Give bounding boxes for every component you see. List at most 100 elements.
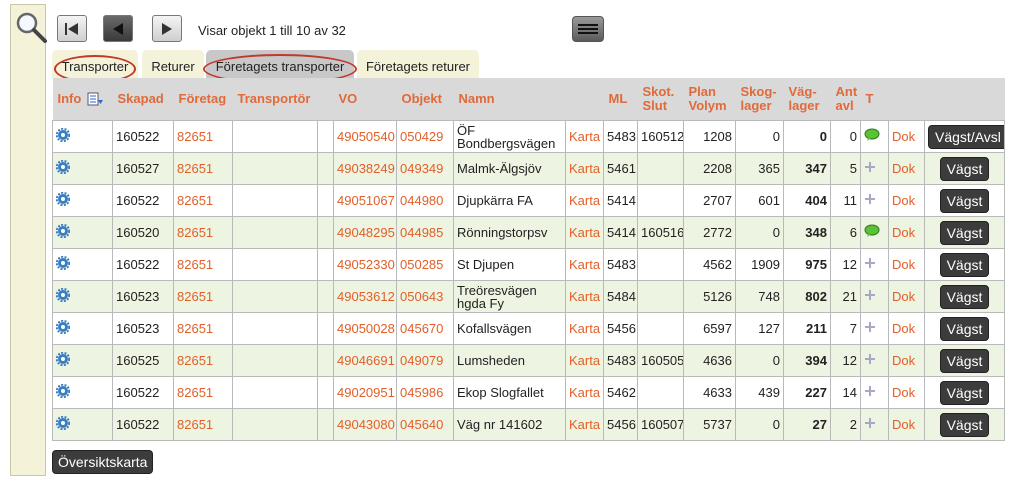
objekt-link[interactable]: 049349 bbox=[396, 152, 454, 185]
vo-link[interactable]: 49052330 bbox=[333, 248, 397, 281]
gear-icon[interactable] bbox=[56, 384, 70, 398]
vagst-button[interactable]: Vägst bbox=[939, 156, 990, 181]
vo-link[interactable]: 49043080 bbox=[333, 408, 397, 441]
comment-icon[interactable] bbox=[864, 224, 880, 238]
gear-icon[interactable] bbox=[56, 224, 70, 238]
col-skoglager[interactable]: Skog-lager bbox=[735, 78, 784, 121]
col-info[interactable]: Info bbox=[52, 78, 113, 121]
karta-link[interactable]: Karta bbox=[565, 344, 604, 377]
gear-icon[interactable] bbox=[56, 320, 70, 334]
karta-link[interactable]: Karta bbox=[565, 152, 604, 185]
plus-icon[interactable] bbox=[864, 161, 876, 173]
dok-link[interactable]: Dok bbox=[888, 344, 925, 377]
plus-icon[interactable] bbox=[864, 417, 876, 429]
vo-link[interactable]: 49050540 bbox=[333, 120, 397, 153]
overview-map-button[interactable]: Översiktskarta bbox=[52, 450, 154, 474]
vo-link[interactable]: 49051067 bbox=[333, 184, 397, 217]
next-page-button[interactable] bbox=[152, 15, 182, 42]
vagst-button[interactable]: Vägst bbox=[939, 380, 990, 405]
dok-link[interactable]: Dok bbox=[888, 216, 925, 249]
objekt-link[interactable]: 045640 bbox=[396, 408, 454, 441]
vo-link[interactable]: 49050028 bbox=[333, 312, 397, 345]
vo-link[interactable]: 49046691 bbox=[333, 344, 397, 377]
vagst-button[interactable]: Vägst bbox=[939, 316, 990, 341]
objekt-link[interactable]: 050643 bbox=[396, 280, 454, 313]
objekt-link[interactable]: 050285 bbox=[396, 248, 454, 281]
previous-page-button[interactable] bbox=[103, 15, 133, 42]
dok-link[interactable]: Dok bbox=[888, 120, 925, 153]
dok-link[interactable]: Dok bbox=[888, 312, 925, 345]
foretag-link[interactable]: 82651 bbox=[173, 248, 233, 281]
dok-link[interactable]: Dok bbox=[888, 184, 925, 217]
foretag-link[interactable]: 82651 bbox=[173, 344, 233, 377]
karta-link[interactable]: Karta bbox=[565, 120, 604, 153]
dok-link[interactable]: Dok bbox=[888, 152, 925, 185]
col-foretag[interactable]: Företag bbox=[173, 78, 233, 121]
foretag-link[interactable]: 82651 bbox=[173, 216, 233, 249]
objekt-link[interactable]: 049079 bbox=[396, 344, 454, 377]
menu-button[interactable] bbox=[572, 16, 604, 42]
gear-icon[interactable] bbox=[56, 352, 70, 366]
foretag-link[interactable]: 82651 bbox=[173, 376, 233, 409]
col-t[interactable]: T bbox=[860, 78, 889, 121]
vo-link[interactable]: 49048295 bbox=[333, 216, 397, 249]
col-transportor[interactable]: Transportör bbox=[232, 78, 318, 121]
karta-link[interactable]: Karta bbox=[565, 280, 604, 313]
plus-icon[interactable] bbox=[864, 289, 876, 301]
col-vaglager[interactable]: Väg-lager bbox=[783, 78, 831, 121]
vagst-button[interactable]: Vägst bbox=[939, 188, 990, 213]
gear-icon[interactable] bbox=[56, 416, 70, 430]
col-vo[interactable]: VO bbox=[333, 78, 397, 121]
karta-link[interactable]: Karta bbox=[565, 312, 604, 345]
karta-link[interactable]: Karta bbox=[565, 216, 604, 249]
tab-foretagets-transporter[interactable]: Företagets transporter bbox=[203, 50, 357, 84]
plus-icon[interactable] bbox=[864, 193, 876, 205]
tab-foretagets-returer[interactable]: Företagets returer bbox=[357, 50, 479, 78]
col-ant-avl[interactable]: Ant avl bbox=[830, 78, 861, 121]
plus-icon[interactable] bbox=[864, 257, 876, 269]
tab-transporter[interactable]: Transporter bbox=[52, 50, 138, 83]
first-page-button[interactable] bbox=[57, 15, 87, 42]
col-namn[interactable]: Namn bbox=[453, 78, 566, 121]
gear-icon[interactable] bbox=[56, 288, 70, 302]
col-ml[interactable]: ML bbox=[603, 78, 638, 121]
comment-icon[interactable] bbox=[864, 128, 880, 142]
foretag-link[interactable]: 82651 bbox=[173, 312, 233, 345]
dok-link[interactable]: Dok bbox=[888, 280, 925, 313]
objekt-link[interactable]: 045670 bbox=[396, 312, 454, 345]
col-plan-volym[interactable]: Plan Volym bbox=[683, 78, 736, 121]
gear-icon[interactable] bbox=[56, 256, 70, 270]
objekt-link[interactable]: 044980 bbox=[396, 184, 454, 217]
foretag-link[interactable]: 82651 bbox=[173, 120, 233, 153]
karta-link[interactable]: Karta bbox=[565, 408, 604, 441]
plus-icon[interactable] bbox=[864, 321, 876, 333]
col-skapad[interactable]: Skapad bbox=[112, 78, 174, 121]
vagst-button[interactable]: Vägst bbox=[939, 348, 990, 373]
vo-link[interactable]: 49038249 bbox=[333, 152, 397, 185]
foretag-link[interactable]: 82651 bbox=[173, 152, 233, 185]
karta-link[interactable]: Karta bbox=[565, 184, 604, 217]
foretag-link[interactable]: 82651 bbox=[173, 184, 233, 217]
dok-link[interactable]: Dok bbox=[888, 248, 925, 281]
objekt-link[interactable]: 050429 bbox=[396, 120, 454, 153]
objekt-link[interactable]: 044985 bbox=[396, 216, 454, 249]
gear-icon[interactable] bbox=[56, 192, 70, 206]
vagst-button[interactable]: Vägst bbox=[939, 284, 990, 309]
col-objekt[interactable]: Objekt bbox=[396, 78, 454, 121]
karta-link[interactable]: Karta bbox=[565, 248, 604, 281]
gear-icon[interactable] bbox=[56, 128, 70, 142]
vagst-button[interactable]: Vägst bbox=[939, 252, 990, 277]
objekt-link[interactable]: 045986 bbox=[396, 376, 454, 409]
gear-icon[interactable] bbox=[56, 160, 70, 174]
plus-icon[interactable] bbox=[864, 385, 876, 397]
column-chooser-icon[interactable] bbox=[87, 92, 103, 106]
vagst-button[interactable]: Vägst bbox=[939, 220, 990, 245]
dok-link[interactable]: Dok bbox=[888, 408, 925, 441]
search-icon[interactable] bbox=[14, 10, 48, 44]
vagst-button[interactable]: Vägst bbox=[939, 412, 990, 437]
karta-link[interactable]: Karta bbox=[565, 376, 604, 409]
vo-link[interactable]: 49053612 bbox=[333, 280, 397, 313]
foretag-link[interactable]: 82651 bbox=[173, 408, 233, 441]
foretag-link[interactable]: 82651 bbox=[173, 280, 233, 313]
tab-returer[interactable]: Returer bbox=[142, 50, 204, 78]
